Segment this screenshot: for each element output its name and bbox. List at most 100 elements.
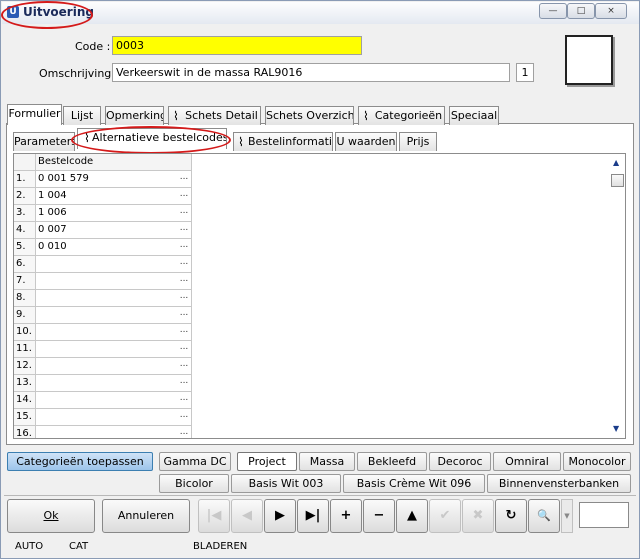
last-icon[interactable]: ▶|	[297, 499, 329, 533]
bestelcode-cell[interactable]: 0 010	[36, 239, 192, 256]
row-lookup-button[interactable]: ...	[177, 171, 191, 187]
code-field[interactable]: 0003	[112, 36, 362, 55]
subtab-bestelinformatie[interactable]: ⌇ Bestelinformatie	[233, 132, 333, 151]
prev-icon[interactable]: ◀	[231, 499, 263, 533]
bestelcode-cell[interactable]	[36, 426, 192, 438]
app-window: U Uitvoering — □ × Code : 0003 Omschrijv…	[0, 0, 640, 559]
row-number: 1.	[14, 171, 36, 188]
bestelcode-grid: Bestelcode 1. 0 001 579... 2. 1 004... 3. 1 0…	[13, 153, 626, 439]
row-number: 10.	[14, 324, 36, 341]
ok-button[interactable]: Ok	[7, 499, 95, 533]
confirm-icon[interactable]: ✔	[429, 499, 461, 533]
highlight-ellipse-title	[1, 1, 93, 29]
category-basis-creme-wit-096-button[interactable]: Basis Crème Wit 096	[343, 474, 485, 493]
row-lookup-button[interactable]: ...	[177, 392, 191, 408]
category-project-button[interactable]: Project	[237, 452, 297, 471]
row-lookup-button[interactable]: ...	[177, 341, 191, 357]
category-massa-button[interactable]: Massa	[299, 452, 355, 471]
vertical-scrollbar[interactable]: ▲ ▼	[611, 156, 625, 436]
next-icon[interactable]: ▶	[264, 499, 296, 533]
bestelcode-cell[interactable]	[36, 273, 192, 290]
scroll-down-icon[interactable]: ▼	[613, 424, 619, 433]
row-number: 2.	[14, 188, 36, 205]
bestelcode-cell[interactable]	[36, 358, 192, 375]
bestelcode-cell[interactable]	[36, 324, 192, 341]
tab-opmerking[interactable]: Opmerking	[105, 106, 164, 125]
close-button[interactable]: ×	[595, 3, 627, 19]
subtab-parameters[interactable]: Parameters	[13, 132, 75, 151]
delete-icon[interactable]: −	[363, 499, 395, 533]
scroll-up-icon[interactable]: ▲	[613, 158, 619, 167]
row-number: 14.	[14, 392, 36, 409]
cancel-icon[interactable]: ✖	[462, 499, 494, 533]
category-gamma-dc-button[interactable]: Gamma DC	[159, 452, 231, 471]
categories-apply-button[interactable]: Categorieën toepassen	[7, 452, 153, 471]
row-number: 3.	[14, 205, 36, 222]
color-preview-swatch	[565, 35, 613, 85]
tab-categorieen[interactable]: ⌇ Categorieën	[358, 106, 445, 125]
bestelcode-cell[interactable]	[36, 307, 192, 324]
first-icon[interactable]: |◀	[198, 499, 230, 533]
scrollbar-thumb[interactable]	[611, 174, 624, 187]
category-decoroc-button[interactable]: Decoroc	[429, 452, 491, 471]
row-lookup-button[interactable]: ...	[177, 426, 191, 438]
bestelcode-cell[interactable]	[36, 392, 192, 409]
bestelcode-cell[interactable]: 0 007	[36, 222, 192, 239]
bestelcode-cell[interactable]	[36, 256, 192, 273]
tab-speciaal[interactable]: Speciaal	[449, 106, 499, 125]
category-binnenvensterbanken-button[interactable]: Binnenvensterbanken	[487, 474, 631, 493]
row-lookup-button[interactable]: ...	[177, 307, 191, 323]
category-monocolor-button[interactable]: Monocolor	[563, 452, 631, 471]
code-label: Code :	[75, 40, 111, 53]
subtab-bestelinformatie-label: Bestelinformatie	[248, 135, 333, 148]
row-lookup-button[interactable]: ...	[177, 273, 191, 289]
row-lookup-button[interactable]: ...	[177, 358, 191, 374]
refresh-icon[interactable]: ↻	[495, 499, 527, 533]
minimize-button[interactable]: —	[539, 3, 567, 19]
tab-categorieen-label: Categorieën	[374, 109, 443, 122]
up-icon[interactable]: ▲	[396, 499, 428, 533]
row-number: 11.	[14, 341, 36, 358]
tab-schets-overzicht[interactable]: Schets Overzicht	[265, 106, 354, 125]
row-number: 12.	[14, 358, 36, 375]
row-number: 7.	[14, 273, 36, 290]
paperclip-icon: ⌇	[363, 109, 369, 123]
subtab-u-waarden[interactable]: U waarden	[335, 132, 397, 151]
bestelcode-cell[interactable]: 1 006	[36, 205, 192, 222]
row-lookup-button[interactable]: ...	[177, 409, 191, 425]
tab-lijst[interactable]: Lijst	[63, 106, 101, 125]
row-number: 9.	[14, 307, 36, 324]
row-lookup-button[interactable]: ...	[177, 222, 191, 238]
binoculars-icon[interactable]: 🔍	[528, 499, 560, 533]
description-label: Omschrijving :	[39, 67, 119, 80]
record-input[interactable]	[579, 502, 629, 528]
category-omniral-button[interactable]: Omniral	[493, 452, 561, 471]
row-lookup-button[interactable]: ...	[177, 256, 191, 272]
bestelcode-cell[interactable]: 1 004	[36, 188, 192, 205]
add-icon[interactable]: +	[330, 499, 362, 533]
row-lookup-button[interactable]: ...	[177, 239, 191, 255]
divider	[4, 495, 636, 496]
dropdown-arrow-icon[interactable]: ▼	[561, 499, 573, 533]
bestelcode-cell[interactable]	[36, 290, 192, 307]
maximize-button[interactable]: □	[567, 3, 595, 19]
row-number: 8.	[14, 290, 36, 307]
description-field[interactable]: Verkeerswit in de massa RAL9016	[112, 63, 510, 82]
subtab-prijs[interactable]: Prijs	[399, 132, 437, 151]
category-basis-wit-003-button[interactable]: Basis Wit 003	[231, 474, 341, 493]
tab-formulier[interactable]: Formulier	[7, 104, 62, 125]
cancel-button[interactable]: Annuleren	[102, 499, 190, 533]
row-lookup-button[interactable]: ...	[177, 205, 191, 221]
bestelcode-cell[interactable]: 0 001 579	[36, 171, 192, 188]
status-bar: AUTO CAT BLADEREN	[1, 541, 639, 557]
tab-schets-detail[interactable]: ⌇ Schets Detail	[168, 106, 261, 125]
row-lookup-button[interactable]: ...	[177, 324, 191, 340]
category-bicolor-button[interactable]: Bicolor	[159, 474, 229, 493]
bestelcode-cell[interactable]	[36, 375, 192, 392]
row-lookup-button[interactable]: ...	[177, 375, 191, 391]
row-lookup-button[interactable]: ...	[177, 290, 191, 306]
bestelcode-cell[interactable]	[36, 409, 192, 426]
row-lookup-button[interactable]: ...	[177, 188, 191, 204]
bestelcode-cell[interactable]	[36, 341, 192, 358]
category-bekleefd-button[interactable]: Bekleefd	[357, 452, 427, 471]
